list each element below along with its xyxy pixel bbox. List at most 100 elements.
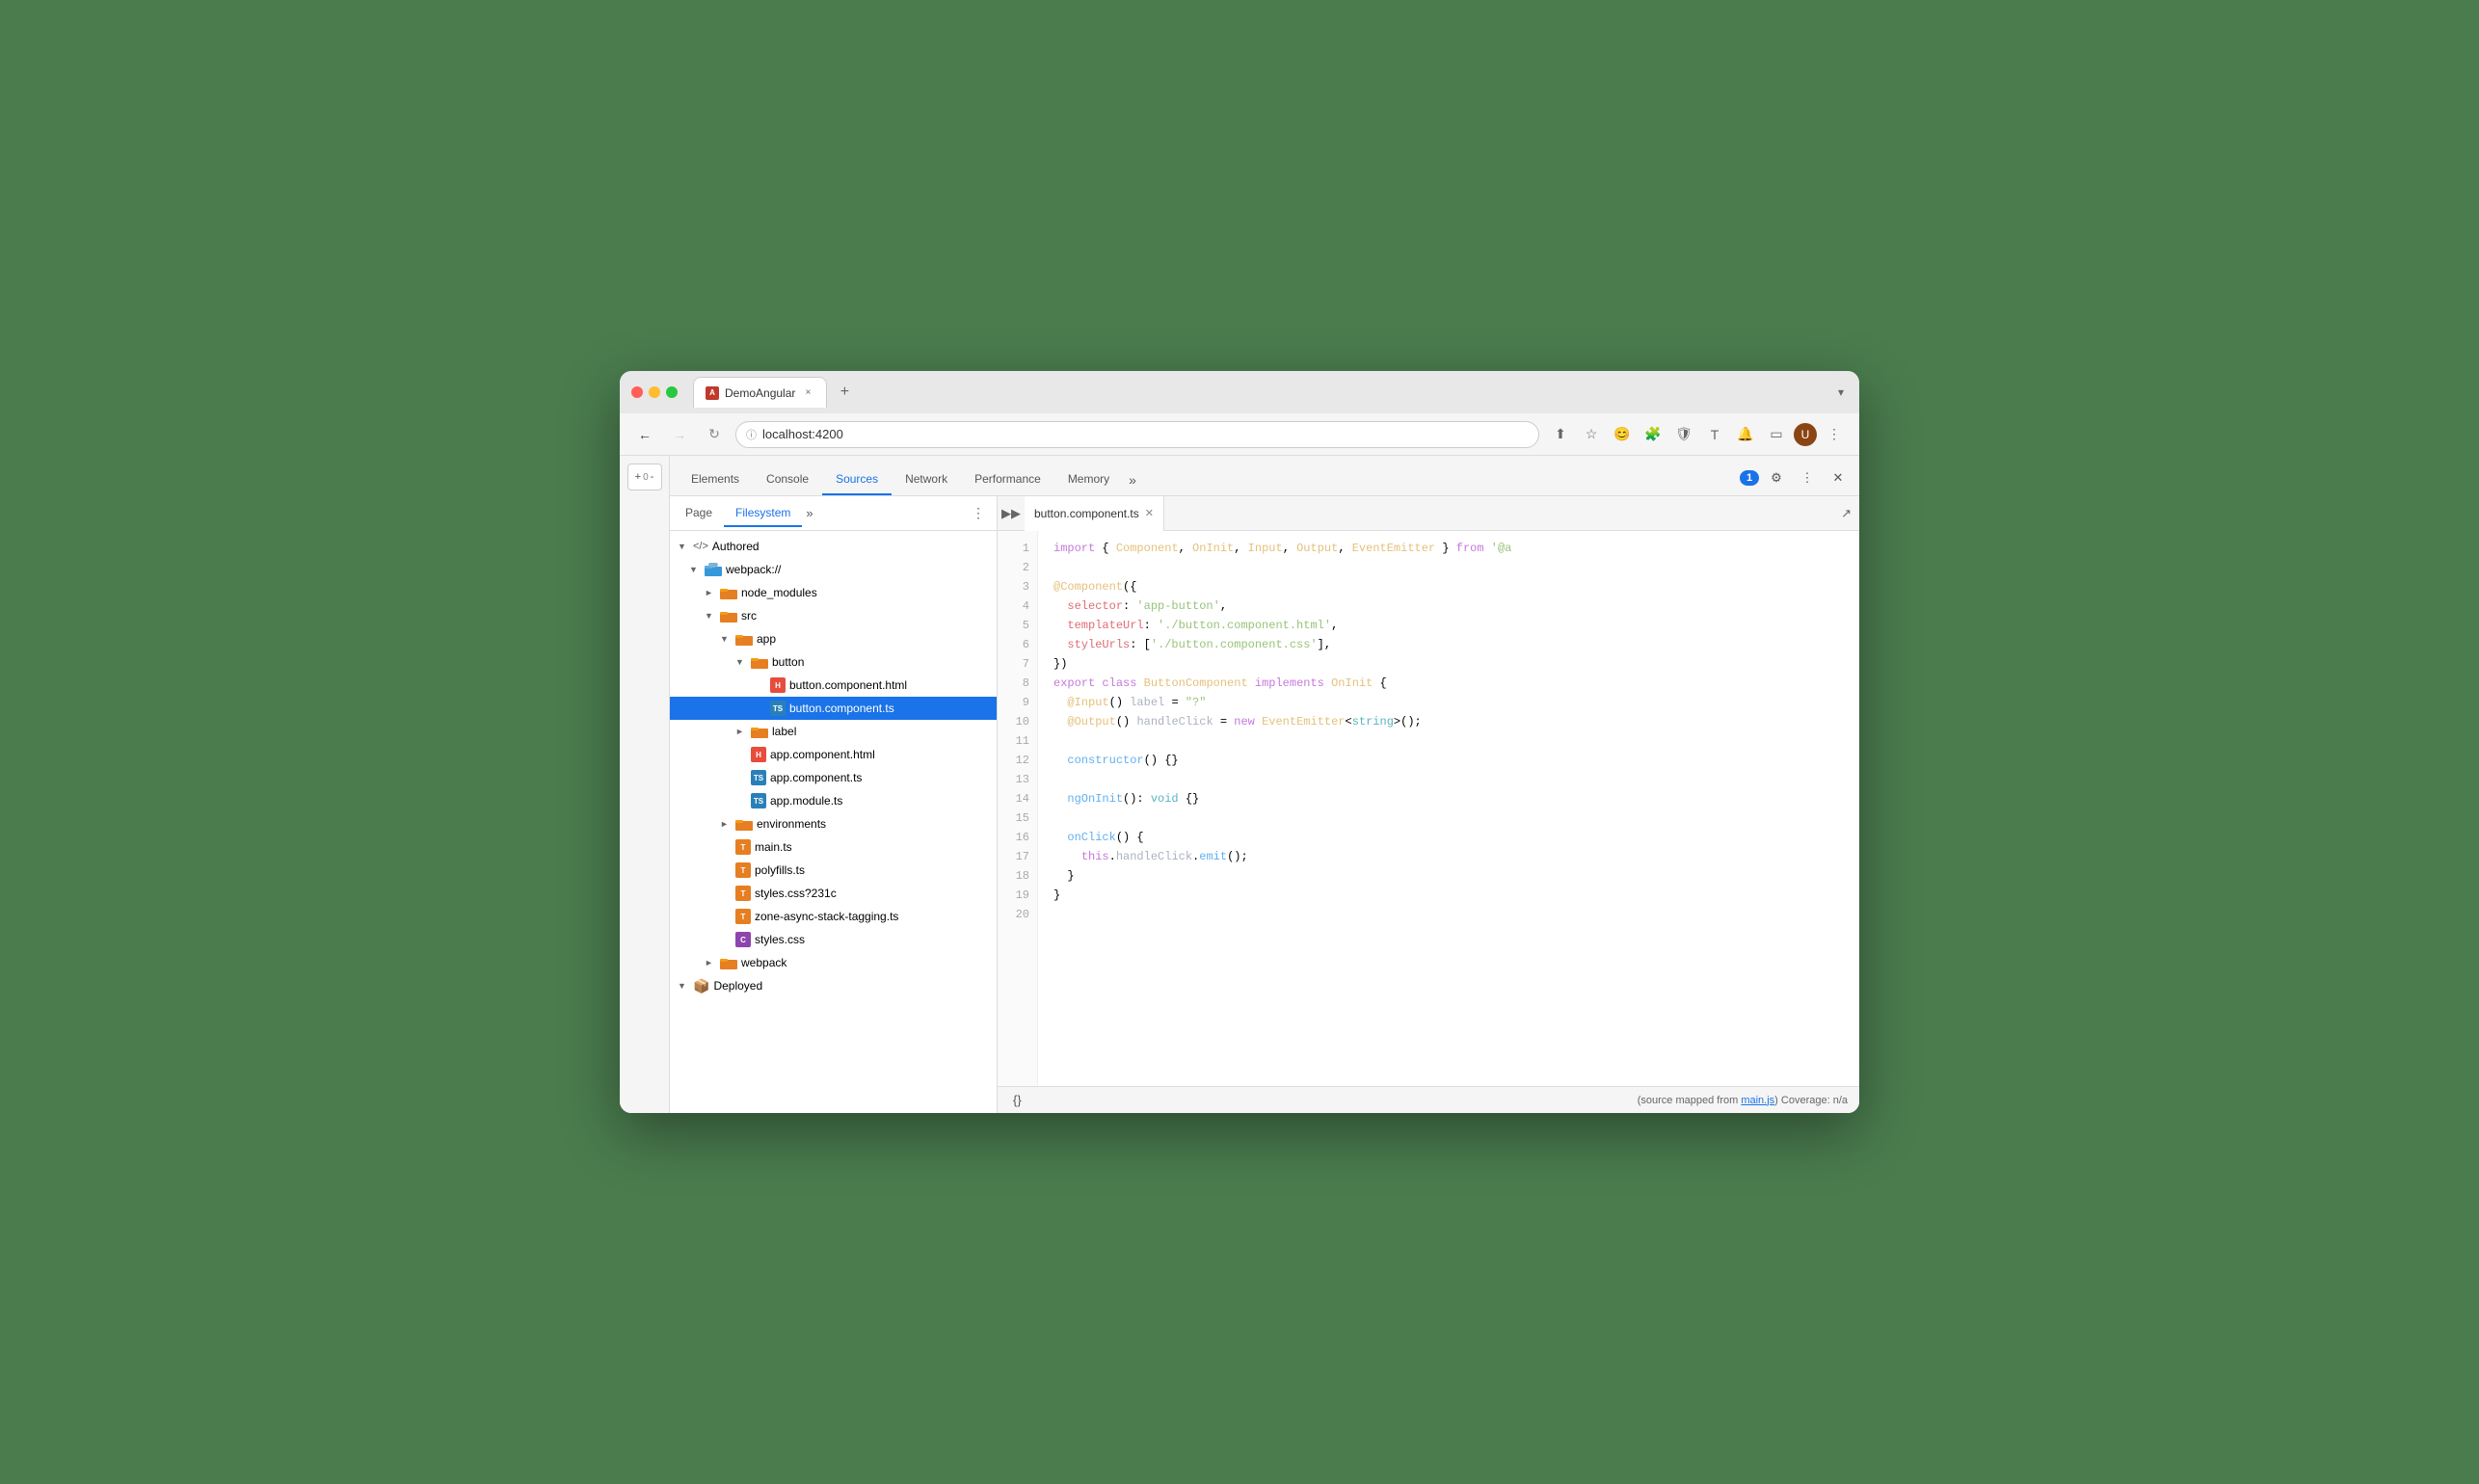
folder-icon bbox=[735, 632, 753, 646]
tree-environments[interactable]: ► environments bbox=[670, 812, 997, 835]
editor-expand-button[interactable]: ↗ bbox=[1833, 506, 1859, 521]
editor-tab-close-icon[interactable]: ✕ bbox=[1145, 507, 1154, 519]
tree-label-folder[interactable]: ► label bbox=[670, 720, 997, 743]
more-menu-button[interactable]: ⋮ bbox=[1821, 421, 1848, 448]
sources-tab-actions[interactable]: ⋮ bbox=[964, 505, 993, 521]
user-avatar[interactable]: U bbox=[1794, 423, 1817, 446]
code-area[interactable]: 1234567891011121314151617181920 import {… bbox=[998, 531, 1859, 1086]
close-devtools-button[interactable]: ✕ bbox=[1825, 464, 1852, 491]
tab-close-button[interactable]: × bbox=[801, 386, 814, 400]
tab-sources[interactable]: Sources bbox=[822, 464, 892, 495]
source-link[interactable]: main.js bbox=[1741, 1095, 1774, 1106]
zoom-minus[interactable]: - bbox=[651, 471, 654, 483]
extensions-icon[interactable]: 🧩 bbox=[1639, 421, 1666, 448]
spacer bbox=[720, 842, 735, 852]
tree-webpack-folder[interactable]: ► webpack bbox=[670, 951, 997, 974]
arrow-icon: ► bbox=[705, 958, 720, 967]
tree-app[interactable]: ▼ app bbox=[670, 627, 997, 650]
tree-app-html[interactable]: H app.component.html bbox=[670, 743, 997, 766]
tree-button-html[interactable]: H button.component.html bbox=[670, 674, 997, 697]
tree-main-ts[interactable]: T main.ts bbox=[670, 835, 997, 859]
new-tab-button[interactable]: + bbox=[831, 379, 858, 406]
main-content: + 0 - Elements Console Sources Network P… bbox=[620, 456, 1859, 1113]
tab-bar: A DemoAngular × + bbox=[693, 377, 1826, 408]
spacer bbox=[735, 773, 751, 782]
tree-node-modules[interactable]: ► node_modules bbox=[670, 581, 997, 604]
tree-button-ts[interactable]: TS button.component.ts bbox=[670, 697, 997, 720]
notification-icon[interactable]: 🔔 bbox=[1732, 421, 1759, 448]
forward-button[interactable]: → bbox=[666, 421, 693, 448]
nav-bar: ← → ↻ ⓘ localhost:4200 ⬆ ☆ 😊 🧩 🛡 T 🔔 ▭ U… bbox=[620, 413, 1859, 456]
tree-app-module[interactable]: TS app.module.ts bbox=[670, 789, 997, 812]
file-icon: TS bbox=[770, 701, 786, 716]
tab-console[interactable]: Console bbox=[753, 464, 822, 495]
package-icon: 📦 bbox=[693, 978, 709, 994]
sources-more-tabs[interactable]: » bbox=[802, 500, 816, 526]
more-tabs-button[interactable]: » bbox=[1123, 464, 1142, 495]
tree-webpack[interactable]: ▼ webpack:// bbox=[670, 558, 997, 581]
folder-icon bbox=[720, 956, 737, 969]
file-icon: T bbox=[735, 839, 751, 855]
spacer bbox=[735, 796, 751, 806]
dropdown-arrow-icon[interactable]: ▾ bbox=[1834, 382, 1848, 403]
tab-network[interactable]: Network bbox=[892, 464, 961, 495]
tree-authored[interactable]: ▼ </> Authored bbox=[670, 535, 997, 558]
devtools-actions: 1 ⚙ ⋮ ✕ bbox=[1740, 464, 1852, 495]
arrow-icon: ▼ bbox=[678, 981, 693, 991]
reload-button[interactable]: ↻ bbox=[701, 421, 728, 448]
arrow-icon: ▼ bbox=[720, 634, 735, 644]
file-icon: TS bbox=[751, 793, 766, 808]
translate-icon[interactable]: T bbox=[1701, 421, 1728, 448]
tab-page-button[interactable]: Page bbox=[674, 500, 724, 527]
code-icon: </> bbox=[693, 541, 708, 552]
tab-memory[interactable]: Memory bbox=[1054, 464, 1123, 495]
zoom-plus[interactable]: + bbox=[635, 471, 641, 483]
traffic-lights bbox=[631, 386, 678, 398]
devtools-more-icon[interactable]: ⋮ bbox=[1794, 464, 1821, 491]
settings-icon[interactable]: ⚙ bbox=[1763, 464, 1790, 491]
zoom-controls[interactable]: + 0 - bbox=[627, 464, 662, 490]
line-numbers: 1234567891011121314151617181920 bbox=[998, 531, 1038, 1086]
url-text: localhost:4200 bbox=[762, 427, 843, 441]
arrow-icon: ▼ bbox=[678, 542, 693, 551]
profile-icon[interactable]: 😊 bbox=[1609, 421, 1636, 448]
tab-performance[interactable]: Performance bbox=[961, 464, 1054, 495]
tree-button-folder[interactable]: ▼ button bbox=[670, 650, 997, 674]
tree-styles-css[interactable]: C styles.css bbox=[670, 928, 997, 951]
tree-src[interactable]: ▼ src bbox=[670, 604, 997, 627]
share-icon[interactable]: ⬆ bbox=[1547, 421, 1574, 448]
file-icon: T bbox=[735, 909, 751, 924]
format-button[interactable]: {} bbox=[1009, 1093, 1026, 1107]
tree-app-ts[interactable]: TS app.component.ts bbox=[670, 766, 997, 789]
folder-icon bbox=[720, 586, 737, 599]
tree-styles-css-query[interactable]: T styles.css?231c bbox=[670, 882, 997, 905]
tab-label: DemoAngular bbox=[725, 386, 795, 400]
zoom-zero: 0 bbox=[643, 472, 649, 483]
arrow-icon: ► bbox=[735, 727, 751, 736]
back-button[interactable]: ← bbox=[631, 421, 658, 448]
spacer bbox=[735, 750, 751, 759]
tree-polyfills[interactable]: T polyfills.ts bbox=[670, 859, 997, 882]
tree-zone-ts[interactable]: T zone-async-stack-tagging.ts bbox=[670, 905, 997, 928]
editor-filename: button.component.ts bbox=[1034, 507, 1139, 520]
editor-sidebar-toggle[interactable]: ▶▶ bbox=[998, 500, 1025, 527]
maximize-button[interactable] bbox=[666, 386, 678, 398]
devtools-panel: Elements Console Sources Network Perform… bbox=[670, 456, 1859, 1113]
bookmark-icon[interactable]: ☆ bbox=[1578, 421, 1605, 448]
sidebar-toggle-icon[interactable]: ▭ bbox=[1763, 421, 1790, 448]
spacer bbox=[755, 680, 770, 690]
sources-sidebar: Page Filesystem » ⋮ ▼ </> bbox=[670, 496, 998, 1113]
browser-tab[interactable]: A DemoAngular × bbox=[693, 377, 827, 408]
sources-tabs: Page Filesystem » ⋮ bbox=[670, 496, 997, 531]
address-bar[interactable]: ⓘ localhost:4200 bbox=[735, 421, 1539, 448]
folder-icon bbox=[720, 609, 737, 623]
tab-filesystem-button[interactable]: Filesystem bbox=[724, 500, 802, 527]
tree-deployed[interactable]: ▼ 📦 Deployed bbox=[670, 974, 997, 997]
adblock-icon[interactable]: 🛡 bbox=[1670, 421, 1697, 448]
spacer bbox=[720, 888, 735, 898]
editor-tab-button[interactable]: button.component.ts ✕ bbox=[1025, 496, 1164, 531]
minimize-button[interactable] bbox=[649, 386, 660, 398]
tab-elements[interactable]: Elements bbox=[678, 464, 753, 495]
spacer bbox=[720, 935, 735, 944]
close-button[interactable] bbox=[631, 386, 643, 398]
